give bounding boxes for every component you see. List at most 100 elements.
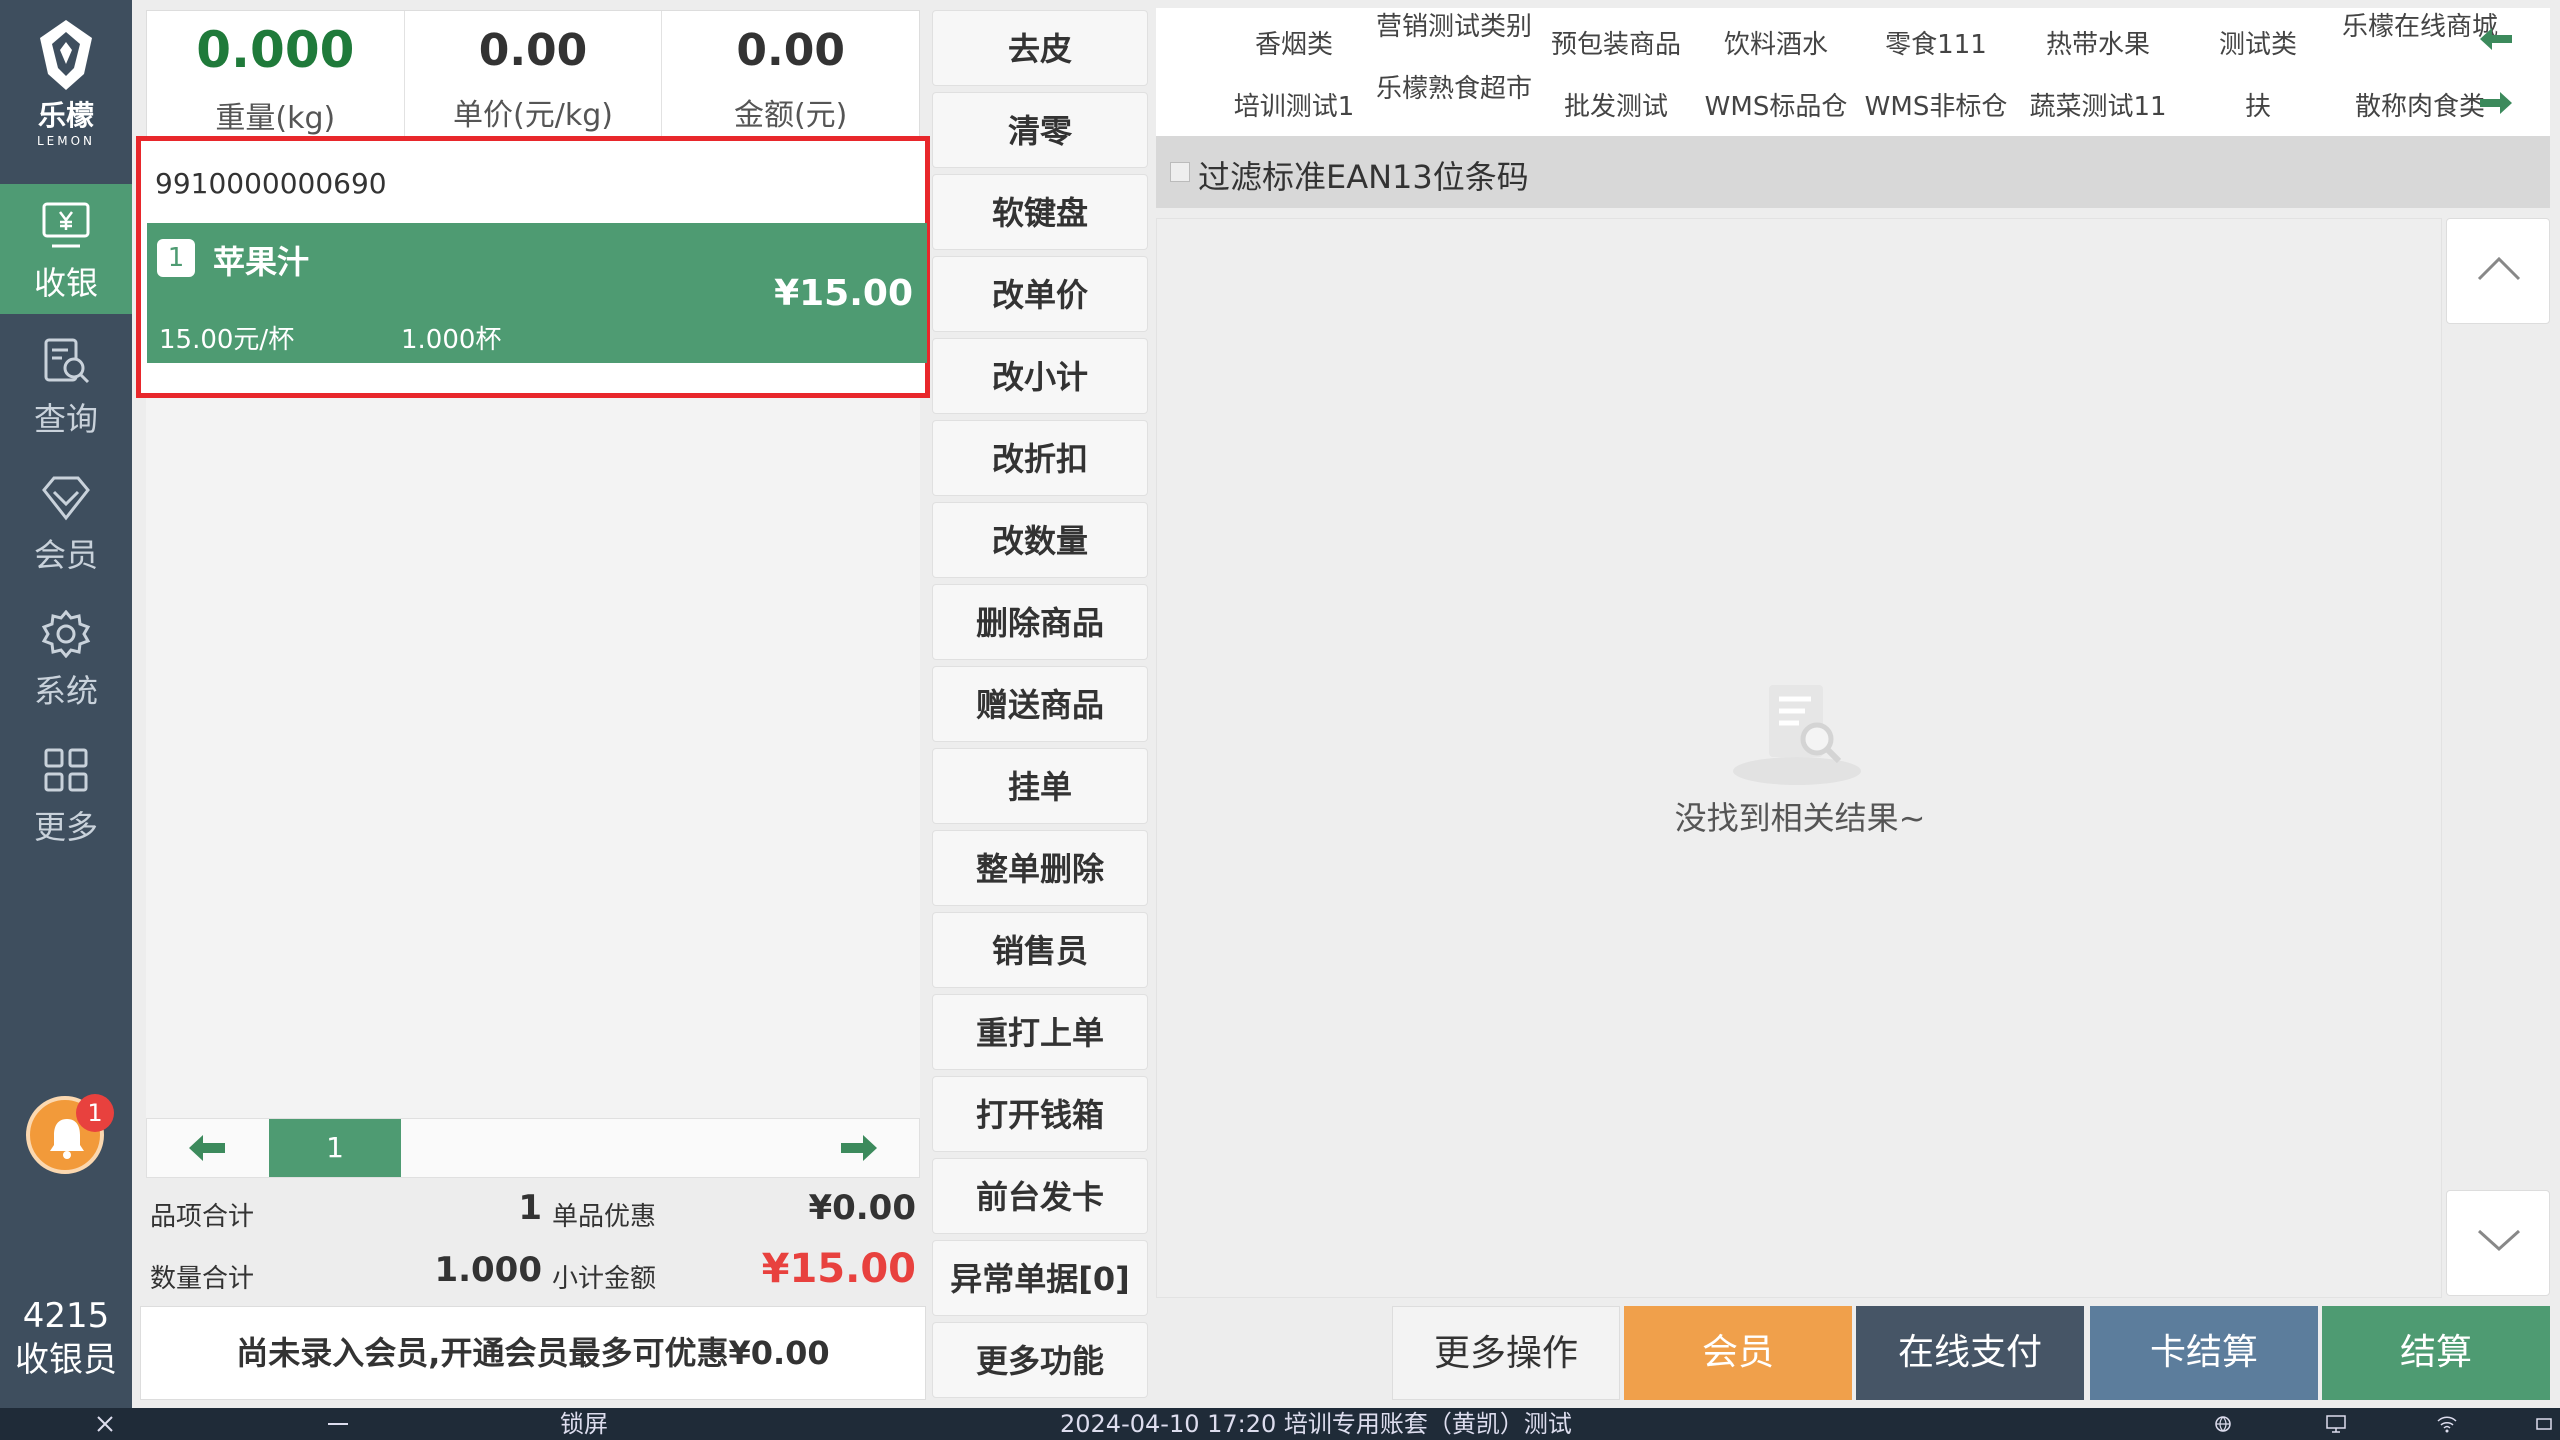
barcode-text: 9910000000690 (155, 167, 387, 200)
no-results-text: 没找到相关结果~ (1674, 799, 1926, 837)
zero-button[interactable]: 清零 (932, 92, 1148, 168)
nav-label: 会员 (33, 536, 98, 574)
category-item[interactable]: 零食111 (1856, 30, 2016, 60)
user-info[interactable]: 4215 收银员 (0, 1294, 132, 1382)
category-item[interactable]: WMS非标仓 (1856, 92, 2016, 122)
gift-item-button[interactable]: 赠送商品 (932, 666, 1148, 742)
item-quantity: 1.000杯 (401, 325, 502, 355)
salesperson-button[interactable]: 销售员 (932, 912, 1148, 988)
category-item[interactable]: 热带水果 (2018, 30, 2178, 60)
more-actions-button[interactable]: 更多操作 (1392, 1306, 1620, 1400)
category-prev-icon[interactable] (2478, 24, 2514, 54)
no-results-icon (1733, 685, 1861, 785)
weight-value: 0.000 (196, 21, 355, 79)
chevron-up-icon (2477, 256, 2521, 281)
user-id: 4215 (22, 1296, 110, 1336)
nav-item-more[interactable]: 更多 (0, 728, 132, 858)
category-item[interactable]: 扶 (2178, 92, 2338, 122)
taskbar: 锁屏 2024-04-10 17:20 培训专用账套（黄凯）测试 (0, 1408, 2560, 1440)
tare-button[interactable]: 去皮 (932, 10, 1148, 86)
lemon-logo-icon (40, 20, 92, 90)
online-pay-button[interactable]: 在线支付 (1856, 1306, 2084, 1400)
category-item[interactable]: WMS标品仓 (1696, 92, 1856, 122)
category-item[interactable]: 批发测试 (1536, 92, 1696, 122)
nav-label: 更多 (33, 808, 98, 846)
category-item[interactable]: 香烟类 (1214, 30, 1374, 60)
prev-page-icon[interactable] (187, 1131, 227, 1165)
minimize-icon[interactable] (328, 1422, 348, 1426)
nav-item-query[interactable]: 查询 (0, 320, 132, 450)
category-item[interactable]: 营销测试类别 (1374, 12, 1534, 42)
lock-screen-button[interactable]: 锁屏 (560, 1408, 608, 1440)
summary-row-qty: 数量合计 1.000 小计金额 ¥15.00 (146, 1242, 920, 1302)
globe-icon[interactable] (2214, 1415, 2232, 1433)
card-settle-button[interactable]: 卡结算 (2090, 1306, 2318, 1400)
amount-label: 金额(元) (733, 98, 848, 133)
summary-row-items: 品项合计 1 单品优惠 ¥0.00 (146, 1180, 920, 1240)
status-text: 2024-04-10 17:20 培训专用账套（黄凯）测试 (1060, 1410, 1572, 1438)
member-promo-banner[interactable]: 尚未录入会员,开通会员最多可优惠¥0.00 (140, 1306, 926, 1400)
change-price-button[interactable]: 改单价 (932, 256, 1148, 332)
change-discount-button[interactable]: 改折扣 (932, 420, 1148, 496)
diamond-icon (42, 476, 90, 521)
scroll-up-button[interactable] (2446, 218, 2550, 324)
category-item[interactable]: 测试类 (2178, 30, 2338, 60)
ean13-filter-checkbox[interactable] (1170, 162, 1190, 182)
scroll-down-button[interactable] (2446, 1190, 2550, 1296)
more-functions-button[interactable]: 更多功能 (932, 1322, 1148, 1398)
item-unit-price: 15.00元/杯 (159, 325, 295, 355)
category-item[interactable]: 预包装商品 (1536, 30, 1696, 60)
delete-order-button[interactable]: 整单删除 (932, 830, 1148, 906)
category-item[interactable]: 散称肉食类 (2340, 92, 2500, 122)
member-button[interactable]: 会员 (1624, 1306, 1852, 1400)
gear-icon (41, 610, 91, 658)
item-amount: ¥15.00 (774, 273, 913, 314)
filter-bar: 过滤标准EAN13位条码 (1156, 136, 2550, 208)
product-results: 没找到相关结果~ (1156, 218, 2442, 1298)
cart-pager: 1 (146, 1118, 920, 1178)
nav-label: 收银 (33, 264, 98, 302)
category-next-icon[interactable] (2478, 88, 2514, 118)
monitor-icon[interactable] (2326, 1415, 2346, 1433)
category-item[interactable]: 蔬菜测试11 (2018, 92, 2178, 122)
cart-highlight: 9910000000690 1 苹果汁 ¥15.00 15.00元/杯 1.00… (136, 136, 930, 398)
search-doc-icon (44, 338, 90, 384)
category-item[interactable]: 培训测试1 (1214, 92, 1374, 122)
weight-label: 重量(kg) (215, 101, 336, 136)
wifi-icon[interactable] (2436, 1415, 2458, 1433)
logo-text: 乐檬 (37, 99, 94, 132)
nav-item-system[interactable]: 系统 (0, 592, 132, 722)
reprint-button[interactable]: 重打上单 (932, 994, 1148, 1070)
battery-icon (2536, 1418, 2552, 1430)
next-page-icon[interactable] (839, 1131, 879, 1165)
logo-subtext: LEMON (36, 134, 96, 148)
user-role: 收银员 (15, 1340, 117, 1380)
weight-cell: 0.000 重量(kg) (147, 11, 405, 137)
checkout-button[interactable]: 结算 (2322, 1306, 2550, 1400)
unit-price-value: 0.00 (478, 25, 588, 76)
unit-price-cell: 0.00 单价(元/kg) (405, 11, 663, 137)
chevron-down-icon (2477, 1229, 2521, 1252)
ean13-filter-label[interactable]: 过滤标准EAN13位条码 (1198, 152, 1529, 198)
cart-list-area[interactable] (146, 398, 920, 1118)
nav-item-cashier[interactable]: 收银 (0, 184, 132, 314)
hold-order-button[interactable]: 挂单 (932, 748, 1148, 824)
nav-label: 系统 (33, 672, 98, 710)
soft-keyboard-button[interactable]: 软键盘 (932, 174, 1148, 250)
subtotal-label: 小计金额 (552, 1264, 657, 1294)
category-item[interactable]: 乐檬在线商城 (2340, 12, 2500, 42)
change-subtotal-button[interactable]: 改小计 (932, 338, 1148, 414)
nav-item-member[interactable]: 会员 (0, 456, 132, 586)
category-item[interactable]: 饮料酒水 (1696, 30, 1856, 60)
open-drawer-button[interactable]: 打开钱箱 (932, 1076, 1148, 1152)
logo: 乐檬 LEMON (0, 18, 132, 148)
close-icon[interactable] (96, 1415, 114, 1433)
category-item[interactable]: 乐檬熟食超市 (1374, 74, 1534, 104)
delete-item-button[interactable]: 删除商品 (932, 584, 1148, 660)
abnormal-orders-button[interactable]: 异常单据[0] (932, 1240, 1148, 1316)
change-quantity-button[interactable]: 改数量 (932, 502, 1148, 578)
page-number[interactable]: 1 (269, 1119, 401, 1177)
issue-card-button[interactable]: 前台发卡 (932, 1158, 1148, 1234)
cart-item[interactable]: 1 苹果汁 ¥15.00 15.00元/杯 1.000杯 (147, 223, 927, 363)
category-bar: 香烟类 营销测试类别 预包装商品 饮料酒水 零食111 热带水果 测试类 乐檬在… (1156, 8, 2550, 136)
